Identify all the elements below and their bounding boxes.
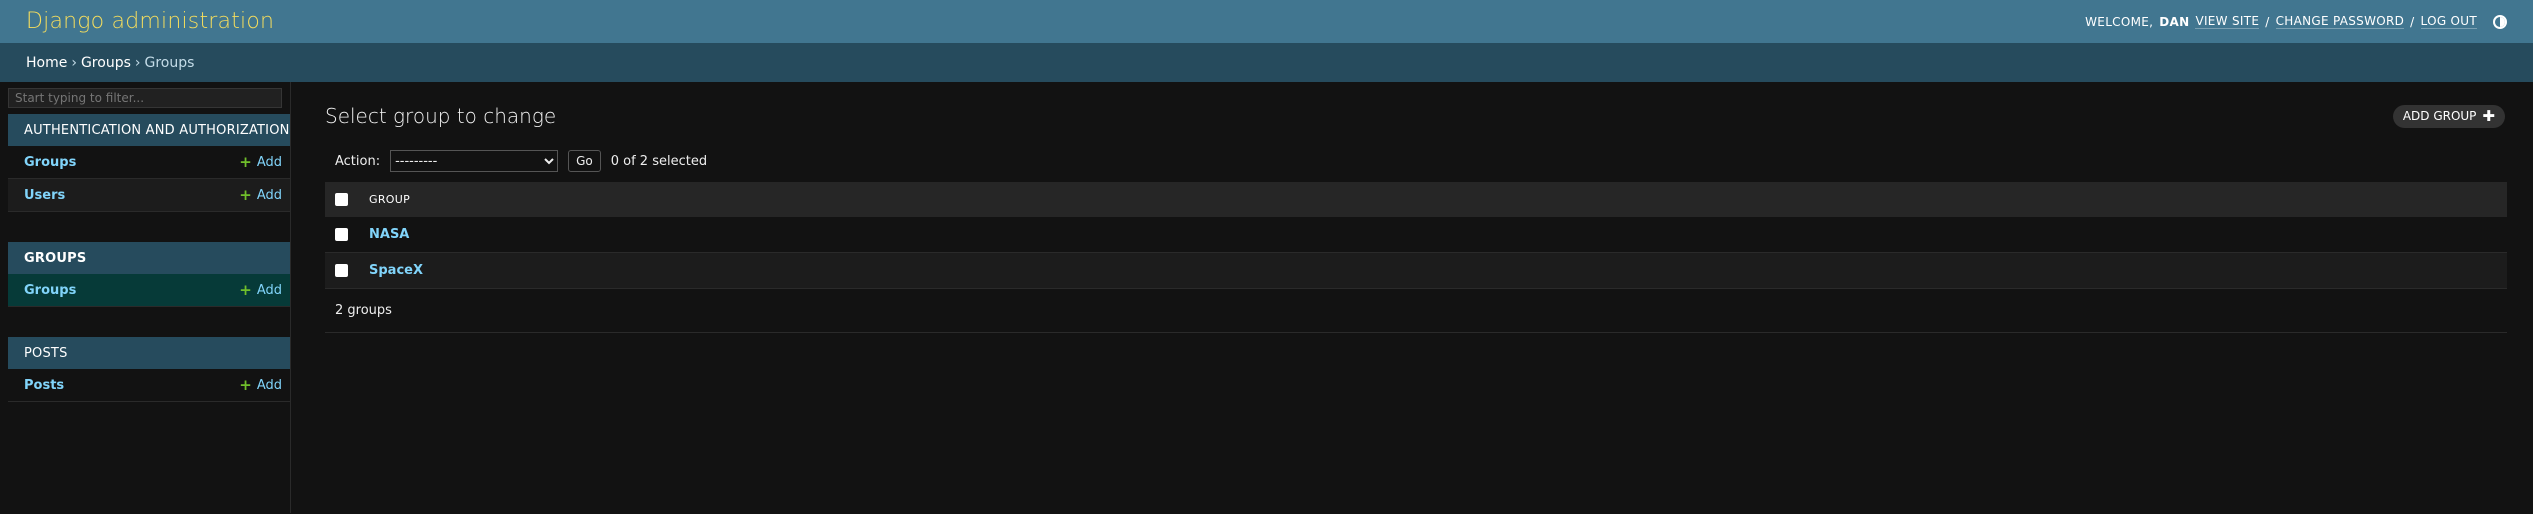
row-link[interactable]: NASA <box>369 227 409 242</box>
plus-icon: + <box>239 152 252 171</box>
plus-icon: + <box>239 280 252 299</box>
app-module-auth: AUTHENTICATION AND AUTHORIZATION Groups … <box>8 114 290 212</box>
content-main: Select group to change ADD GROUP ✚ Actio… <box>291 82 2533 513</box>
sidebar-item-label[interactable]: Groups <box>24 155 76 170</box>
row-link[interactable]: SpaceX <box>369 263 423 278</box>
add-label: Add <box>256 377 282 393</box>
separator: / <box>2410 14 2415 29</box>
add-label: Add <box>256 282 282 298</box>
add-group-button[interactable]: ADD GROUP ✚ <box>2392 104 2505 128</box>
sidebar-item-users: Users + Add <box>8 179 290 212</box>
app-caption[interactable]: GROUPS <box>8 242 290 274</box>
sidebar-filter-input[interactable] <box>8 88 282 108</box>
theme-toggle-icon[interactable] <box>2493 14 2507 29</box>
actions-bar: Action: --------- Go 0 of 2 selected <box>325 150 2507 172</box>
plus-icon: + <box>239 185 252 204</box>
user-tools: WELCOME, DAN VIEW SITE / CHANGE PASSWORD… <box>2085 14 2507 29</box>
breadcrumb-app[interactable]: Groups <box>81 55 131 71</box>
sidebar-add-link[interactable]: + Add <box>239 280 282 299</box>
add-group-label: ADD GROUP <box>2402 109 2477 123</box>
site-title[interactable]: Django administration <box>26 9 274 34</box>
sidebar-item-groups: Groups + Add <box>8 146 290 179</box>
app-module-posts: POSTS Posts + Add <box>8 337 290 402</box>
sidebar-item-label[interactable]: Users <box>24 188 65 203</box>
result-list: GROUP NASA SpaceX <box>325 182 2507 289</box>
paginator: 2 groups <box>325 289 2507 333</box>
breadcrumb-separator: › <box>134 54 141 71</box>
app-module-groups: GROUPS Groups + Add <box>8 242 290 307</box>
add-label: Add <box>256 154 282 170</box>
change-password-link[interactable]: CHANGE PASSWORD <box>2275 14 2405 29</box>
row-checkbox[interactable] <box>335 228 348 241</box>
add-label: Add <box>256 187 282 203</box>
select-all-checkbox[interactable] <box>335 193 348 207</box>
username: DAN <box>2159 14 2190 29</box>
app-caption[interactable]: AUTHENTICATION AND AUTHORIZATION <box>8 114 290 146</box>
sidebar-add-link[interactable]: + Add <box>239 152 282 171</box>
column-header-group[interactable]: GROUP <box>368 182 2507 217</box>
sidebar-item-groups-current: Groups + Add <box>8 274 290 307</box>
sidebar-item-posts: Posts + Add <box>8 369 290 402</box>
sidebar-item-label[interactable]: Groups <box>24 283 76 298</box>
row-check-cell <box>325 217 368 253</box>
content-header: Select group to change ADD GROUP ✚ <box>325 104 2507 128</box>
action-label: Action: <box>335 153 381 169</box>
welcome-text: WELCOME, <box>2085 14 2154 29</box>
go-button[interactable]: Go <box>568 150 601 172</box>
nav-sidebar: AUTHENTICATION AND AUTHORIZATION Groups … <box>8 82 291 513</box>
breadcrumb-current: Groups <box>144 54 195 71</box>
page-title: Select group to change <box>325 104 557 128</box>
selection-counter: 0 of 2 selected <box>610 153 708 169</box>
breadcrumb-separator: › <box>71 54 77 71</box>
row-cell: NASA <box>368 217 2507 253</box>
table-header-row: GROUP <box>325 182 2507 217</box>
separator: / <box>2265 14 2270 29</box>
app-caption[interactable]: POSTS <box>8 337 290 369</box>
site-header: Django administration WELCOME, DAN VIEW … <box>0 0 2533 43</box>
breadcrumb: Home › Groups › Groups <box>0 43 2533 82</box>
view-site-link[interactable]: VIEW SITE <box>2195 14 2260 29</box>
log-out-link[interactable]: LOG OUT <box>2420 14 2477 29</box>
sidebar-item-label[interactable]: Posts <box>24 378 64 393</box>
row-check-cell <box>325 252 368 289</box>
sidebar-add-link[interactable]: + Add <box>239 185 282 204</box>
table-row: SpaceX <box>325 252 2507 289</box>
select-all-cell <box>325 182 368 217</box>
plus-icon: ✚ <box>2482 106 2495 125</box>
table-row: NASA <box>325 217 2507 253</box>
row-checkbox[interactable] <box>335 264 348 277</box>
plus-icon: + <box>239 375 252 394</box>
sidebar-add-link[interactable]: + Add <box>239 375 282 394</box>
row-cell: SpaceX <box>368 252 2507 289</box>
breadcrumb-home[interactable]: Home <box>26 55 67 71</box>
action-select[interactable]: --------- <box>390 150 559 172</box>
